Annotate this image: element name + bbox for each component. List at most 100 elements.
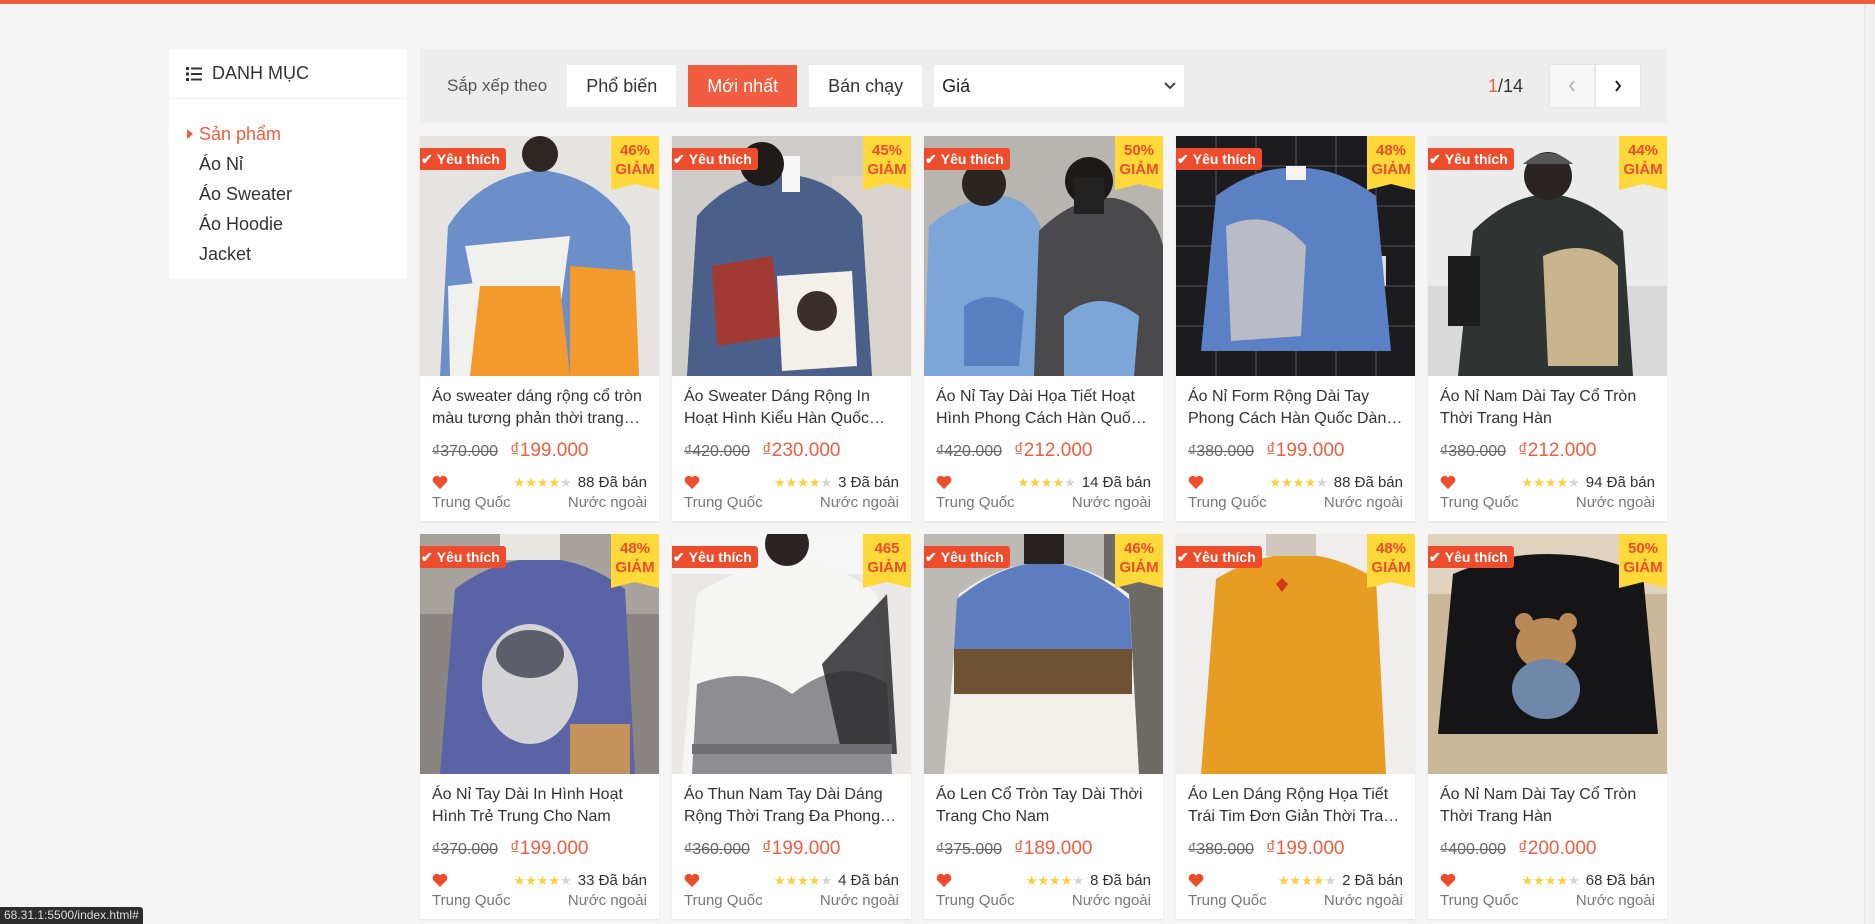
product-action: ★ ★ ★ ★ ★ 14 Đã bán xyxy=(936,472,1151,492)
page-total: /14 xyxy=(1497,75,1523,96)
product-origin: Trung Quốc Nước ngoài xyxy=(936,892,1151,909)
star-icon: ★ xyxy=(1316,474,1328,490)
product-card[interactable]: ✔ Yêu thích 46% GIẢM Áo sweater dáng rộng … xyxy=(420,136,659,521)
product-card[interactable]: ✔ Yêu thích 44% GIẢM Áo Nỉ Nam Dài Tay Cổ … xyxy=(1428,136,1667,521)
next-page-button[interactable] xyxy=(1595,64,1641,108)
top-accent-bar xyxy=(0,0,1875,4)
old-price: ₫420.000 xyxy=(684,443,751,460)
sort-bestseller-button[interactable]: Bán chạy xyxy=(809,65,923,107)
product-card[interactable]: ✔ Yêu thích 45% GIẢM Áo Sweater Dáng Rộng … xyxy=(672,136,911,521)
star-icon: ★ xyxy=(525,474,537,490)
brand: Trung Quốc xyxy=(1440,892,1519,909)
category-item-ao-sweater[interactable]: Áo Sweater xyxy=(169,179,407,209)
product-prices: ₫370.000 ₫199.000 xyxy=(432,838,647,860)
product-name: Áo Thun Nam Tay Dài Dáng Rộng Thời Trang… xyxy=(684,786,883,825)
star-icon: ★ xyxy=(1533,474,1545,490)
heart-icon[interactable] xyxy=(936,873,952,887)
origin: Nước ngoài xyxy=(819,494,899,511)
heart-icon[interactable] xyxy=(1188,475,1204,489)
brand: Trung Quốc xyxy=(1188,892,1267,909)
star-icon: ★ xyxy=(525,872,537,888)
prev-page-button[interactable] xyxy=(1549,64,1595,108)
product-image: ✔ Yêu thích 465 GIẢM xyxy=(672,534,911,774)
heart-icon[interactable] xyxy=(432,873,448,887)
rating-stars: ★ ★ ★ ★ ★ xyxy=(1278,874,1336,887)
product-card[interactable]: ✔ Yêu thích 48% GIẢM Áo Len Dáng Rộng Họa … xyxy=(1176,534,1415,919)
favorite-badge: ✔ Yêu thích xyxy=(672,546,758,568)
sold-count: 14 Đã bán xyxy=(1081,473,1151,491)
heart-icon[interactable] xyxy=(936,475,952,489)
product-card[interactable]: ✔ Yêu thích 48% GIẢM Áo Nỉ Form Rộng Dài T… xyxy=(1176,136,1415,521)
sold-count: 94 Đã bán xyxy=(1585,473,1655,491)
product-origin: Trung Quốc Nước ngoài xyxy=(1188,494,1403,511)
product-name: Áo Nỉ Nam Dài Tay Cổ Tròn Thời Trang Hàn xyxy=(1440,786,1637,825)
product-action: ★ ★ ★ ★ ★ 2 Đã bán xyxy=(1188,870,1403,890)
brand: Trung Quốc xyxy=(936,494,1015,511)
category-item-ao-hoodie[interactable]: Áo Hoodie xyxy=(169,209,407,239)
heart-icon[interactable] xyxy=(684,475,700,489)
old-price: ₫380.000 xyxy=(1188,841,1255,858)
brand: Trung Quốc xyxy=(936,892,1015,909)
product-name: Áo sweater dáng rộng cổ tròn màu tương p… xyxy=(432,388,642,427)
heart-icon[interactable] xyxy=(684,873,700,887)
product-action: ★ ★ ★ ★ ★ 3 Đã bán xyxy=(684,472,899,492)
star-icon: ★ xyxy=(1072,872,1085,888)
check-icon: ✔ xyxy=(1429,549,1441,565)
category-list: Sản phẩm Áo Nỉ Áo Sweater Áo Hoodie Jack… xyxy=(169,99,407,269)
sort-newest-button[interactable]: Mới nhất xyxy=(688,65,798,107)
rating-stars: ★ ★ ★ ★ ★ xyxy=(1269,476,1327,489)
product-prices: ₫375.000 ₫189.000 xyxy=(936,838,1151,860)
product-action: ★ ★ ★ ★ ★ 88 Đã bán xyxy=(432,472,647,492)
star-icon: ★ xyxy=(1568,474,1580,490)
price-select[interactable]: Giá xyxy=(934,65,1185,107)
heart-icon[interactable] xyxy=(1188,873,1204,887)
new-price: ₫199.000 xyxy=(510,440,589,461)
star-icon: ★ xyxy=(1312,872,1325,888)
category-item-ao-ni[interactable]: Áo Nỉ xyxy=(169,149,407,179)
star-icon: ★ xyxy=(1544,474,1557,490)
list-icon xyxy=(186,66,202,81)
new-price: ₫200.000 xyxy=(1518,838,1597,859)
product-card[interactable]: ✔ Yêu thích 50% GIẢM Áo Nỉ Tay Dài Họa Tiế… xyxy=(924,136,1163,521)
star-icon: ★ xyxy=(1521,872,1534,888)
category-item-jacket[interactable]: Jacket xyxy=(169,239,407,269)
sort-popular-button[interactable]: Phổ biến xyxy=(567,65,677,107)
chevron-right-icon xyxy=(1615,80,1622,92)
discount-badge: 46% GIẢM xyxy=(611,136,659,190)
star-icon: ★ xyxy=(1521,474,1534,490)
star-icon: ★ xyxy=(797,474,809,490)
product-action: ★ ★ ★ ★ ★ 94 Đã bán xyxy=(1440,472,1655,492)
star-icon: ★ xyxy=(1544,872,1557,888)
page-scrollbar[interactable] xyxy=(1864,4,1875,924)
origin: Nước ngoài xyxy=(567,494,647,511)
favorite-badge: ✔ Yêu thích xyxy=(420,546,506,568)
check-icon: ✔ xyxy=(673,151,685,167)
product-card[interactable]: ✔ Yêu thích 46% GIẢM Áo Len Cổ Tròn Tay Dà… xyxy=(924,534,1163,919)
star-icon: ★ xyxy=(1269,474,1282,490)
favorite-badge: ✔ Yêu thích xyxy=(420,148,506,170)
product-image: ✔ Yêu thích 46% GIẢM xyxy=(924,534,1163,774)
rating-stars: ★ ★ ★ ★ ★ xyxy=(774,476,832,489)
discount-badge: 50% GIẢM xyxy=(1115,136,1163,190)
favorite-badge: ✔ Yêu thích xyxy=(1176,148,1262,170)
product-card[interactable]: ✔ Yêu thích 48% GIẢM Áo Nỉ Tay Dài In Hình… xyxy=(420,534,659,919)
heart-icon[interactable] xyxy=(1440,873,1456,887)
category-item-san-pham[interactable]: Sản phẩm xyxy=(169,119,407,149)
product-prices: ₫420.000 ₫230.000 xyxy=(684,440,899,462)
rating-stars: ★ ★ ★ ★ ★ xyxy=(513,874,571,887)
product-image: ✔ Yêu thích 50% GIẢM xyxy=(1428,534,1667,774)
star-icon: ★ xyxy=(785,872,798,888)
product-prices: ₫380.000 ₫199.000 xyxy=(1188,440,1403,462)
star-icon: ★ xyxy=(820,474,833,490)
product-origin: Trung Quốc Nước ngoài xyxy=(432,892,647,909)
heart-icon[interactable] xyxy=(432,475,448,489)
star-icon: ★ xyxy=(1289,872,1302,888)
heart-icon[interactable] xyxy=(1440,475,1456,489)
new-price: ₫230.000 xyxy=(762,440,841,461)
product-origin: Trung Quốc Nước ngoài xyxy=(936,494,1151,511)
origin: Nước ngoài xyxy=(1575,494,1655,511)
sort-bar: Sắp xếp theo Phổ biến Mới nhất Bán chạy … xyxy=(420,49,1667,123)
product-card[interactable]: ✔ Yêu thích 50% GIẢM Áo Nỉ Nam Dài Tay Cổ … xyxy=(1428,534,1667,919)
product-card[interactable]: ✔ Yêu thích 465 GIẢM Áo Thun Nam Tay Dài D… xyxy=(672,534,911,919)
brand: Trung Quốc xyxy=(1440,494,1519,511)
